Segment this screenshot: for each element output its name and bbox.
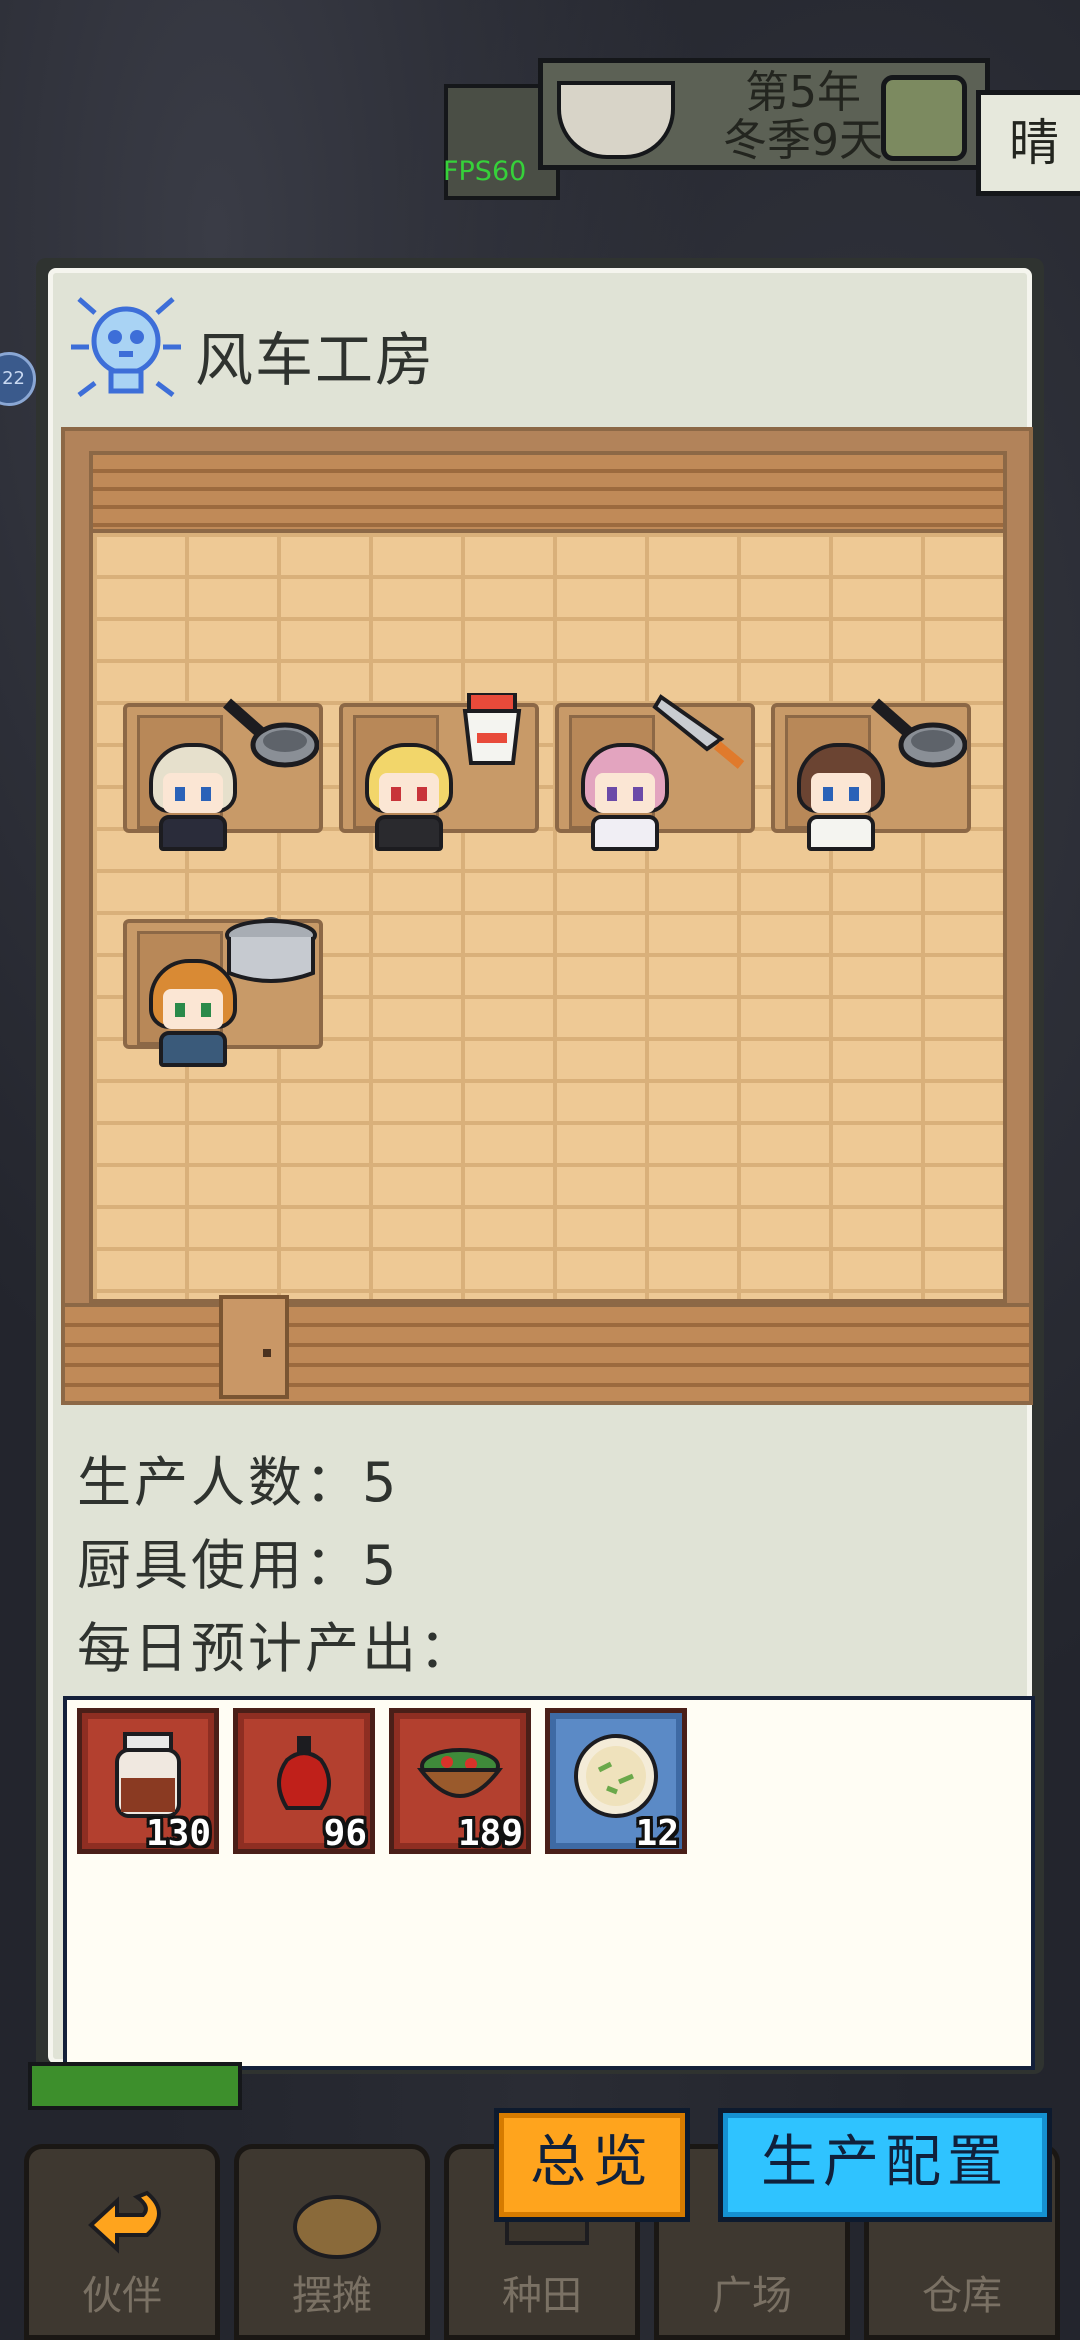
item-quantity: 96 (323, 1813, 367, 1854)
nav-tab-stall[interactable]: 摆摊 (234, 2144, 430, 2340)
nav-tab-label: 种田 (502, 2273, 582, 2319)
year-text: 第5年 (745, 67, 861, 118)
season-day-text: 冬季9天 (723, 115, 883, 166)
dialog-header: 风车工房 (71, 291, 971, 401)
room-door[interactable] (219, 1295, 289, 1399)
chef-maid-sprite[interactable] (139, 743, 247, 853)
item-quantity: 130 (145, 1813, 211, 1854)
room-back-wall (89, 451, 1007, 533)
tools-used-count: 厨具使用：5 (77, 1534, 400, 1597)
workshop-room-view (61, 427, 1033, 1405)
basket-icon (293, 2195, 381, 2259)
output-item-2[interactable]: 96 (233, 1708, 375, 1854)
chef-nun-sprite[interactable] (571, 743, 679, 853)
daily-output-list: 130 96 189 12 (63, 1696, 1035, 2070)
workshop-dialog-body: 风车工房 生产人数：5 厨具使用：5 每日预计产出： 130 96 189 12 (48, 268, 1035, 2070)
clock-icon (881, 75, 967, 161)
output-item-4[interactable]: 12 (545, 1708, 687, 1854)
item-quantity: 12 (635, 1813, 679, 1854)
item-quantity: 189 (457, 1813, 523, 1854)
daily-output-label: 每日预计产出： (77, 1617, 476, 1680)
jar-icon (115, 1732, 181, 1818)
production-config-button[interactable]: 生产配置 (718, 2108, 1052, 2222)
output-item-1[interactable]: 130 (77, 1708, 219, 1854)
sauce-bottle-icon (277, 1736, 331, 1810)
weather-indicator: 晴 (976, 90, 1080, 196)
chef-brunette-sprite[interactable] (787, 743, 895, 853)
nav-tab-label: 广场 (712, 2273, 792, 2319)
overview-button[interactable]: 总览 (494, 2108, 690, 2222)
rice-porridge-icon (574, 1734, 658, 1818)
chef-blonde-sprite[interactable] (355, 743, 463, 853)
fps-counter: FPS60 (443, 156, 527, 187)
output-item-3[interactable]: 189 (389, 1708, 531, 1854)
progress-strip (28, 2062, 242, 2110)
room-front-wall (65, 1303, 1029, 1401)
noodle-bowl-icon (557, 81, 675, 159)
nav-tab-label: 摆摊 (292, 2273, 372, 2319)
dialog-title: 风车工房 (195, 326, 436, 394)
nav-tab-partners[interactable]: 伙伴 (24, 2144, 220, 2340)
workshop-dialog: 风车工房 生产人数：5 厨具使用：5 每日预计产出： 130 96 189 12 (36, 258, 1044, 2074)
salad-bowl-icon (416, 1748, 504, 1798)
workers-count: 生产人数：5 (77, 1451, 400, 1514)
nav-tab-label: 伙伴 (82, 2273, 162, 2319)
lightbulb-icon (71, 297, 181, 397)
room-floor (89, 533, 1007, 1303)
nav-tab-label: 仓库 (922, 2273, 1002, 2319)
return-arrow-icon (88, 2190, 161, 2254)
kitchen-station-3[interactable] (555, 694, 755, 851)
kitchen-station-5[interactable] (123, 917, 323, 1067)
date-panel[interactable]: 第5年 冬季9天 (538, 58, 990, 170)
chef-goggles-sprite[interactable] (139, 959, 247, 1069)
kitchen-station-4[interactable] (771, 698, 971, 851)
kitchen-station-2[interactable] (339, 693, 539, 851)
kitchen-station-1[interactable] (123, 698, 323, 851)
